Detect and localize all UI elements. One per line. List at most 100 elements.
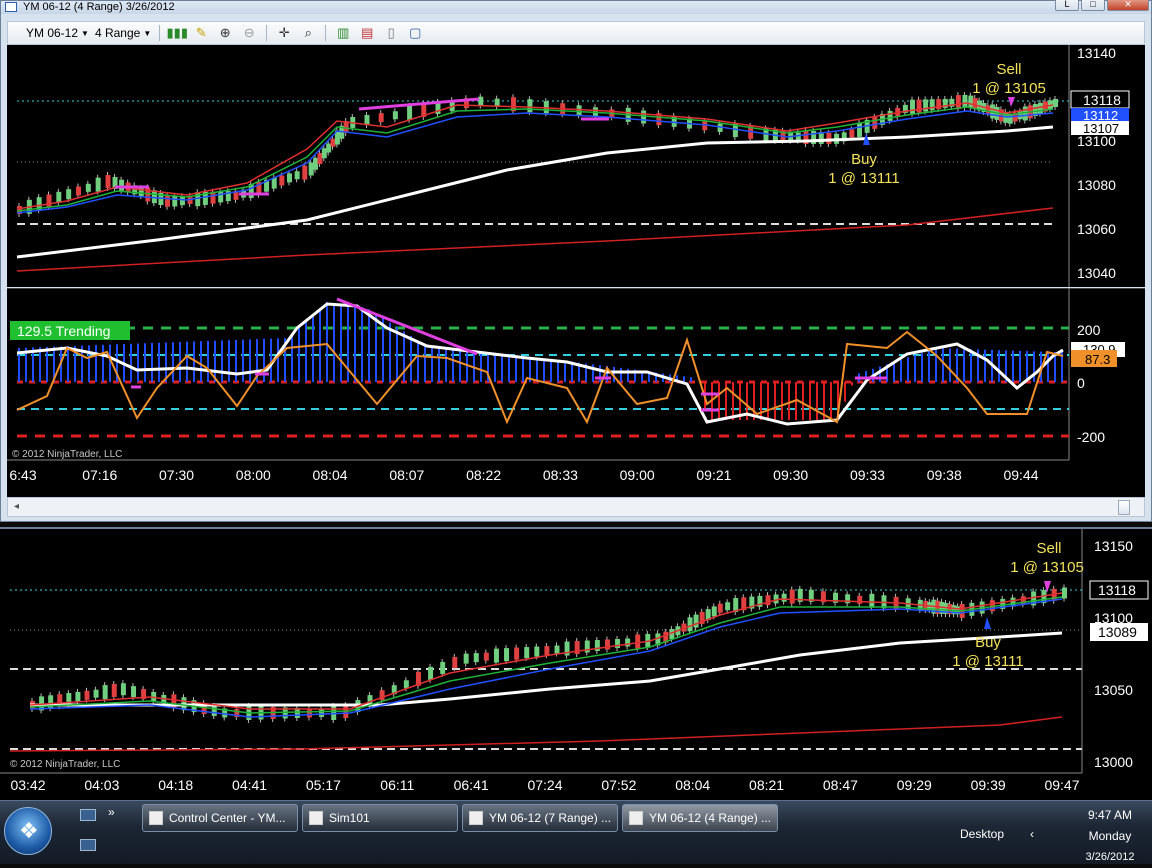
time-tick: 6:43: [9, 467, 36, 483]
time-axis: 6:43 07:16 07:30 08:00 08:04 08:07 08:22 08:33 0…: [9, 467, 1038, 483]
candle: [857, 595, 863, 604]
svg-text:13150: 13150: [1094, 538, 1133, 554]
strategies-icon[interactable]: ▤: [358, 25, 376, 41]
sell-fill: 1 @ 13105: [972, 80, 1046, 97]
time-tick: 07:52: [601, 777, 636, 793]
chart-toolbar: YM 06-12 ▼ 4 Range ▼ ▮▮▮ ✎ ⊕ ⊖ ✛ ⌕ ▥ ▤ ▯ ▢: [7, 21, 1145, 45]
chart-icon: [469, 811, 483, 825]
candle: [319, 709, 325, 717]
time-tick: 09:47: [1044, 777, 1079, 793]
svg-text:13118: 13118: [1098, 582, 1136, 598]
magnifier-icon[interactable]: ⌕: [299, 25, 317, 41]
candle: [493, 648, 499, 663]
windows-logo-icon: ❖: [19, 818, 39, 843]
tray-chevron-icon[interactable]: ‹: [1030, 827, 1034, 841]
time-tick: 09:00: [620, 467, 655, 483]
start-button[interactable]: ❖: [4, 807, 52, 855]
maximize-button[interactable]: □: [1081, 0, 1105, 11]
task-control-center[interactable]: Control Center - YM...: [142, 804, 298, 832]
time-tick: 08:21: [749, 777, 784, 793]
indicators-icon[interactable]: ▥: [334, 25, 352, 41]
candle: [313, 157, 319, 170]
crosshair-icon[interactable]: ✛: [275, 25, 293, 41]
buy-fill: 1 @ 13111: [828, 170, 899, 187]
candle: [717, 603, 723, 613]
svg-text:13050: 13050: [1094, 682, 1133, 698]
candle: [615, 638, 621, 648]
candle: [711, 606, 717, 617]
account-icon: [309, 811, 323, 825]
price-tag: 13107: [1071, 121, 1129, 136]
task-chart-4-range[interactable]: YM 06-12 (4 Range) ...: [622, 804, 778, 832]
candle: [95, 177, 101, 192]
scroll-thumb[interactable]: [1118, 500, 1130, 515]
bars-icon[interactable]: ▮▮▮: [167, 25, 188, 41]
candle: [625, 638, 631, 647]
svg-text:13040: 13040: [1077, 265, 1116, 281]
candle: [85, 183, 91, 192]
candle: [84, 690, 90, 700]
price-tag: 13089: [1090, 623, 1148, 641]
price-axis: 13150 13100 13050 13000: [1094, 538, 1133, 770]
candle: [781, 593, 787, 602]
candle: [164, 195, 170, 207]
candle: [56, 191, 62, 203]
zoom-out-icon[interactable]: ⊖: [240, 25, 258, 41]
task-sim101[interactable]: Sim101: [302, 804, 458, 832]
candle: [105, 174, 111, 188]
candle: [306, 708, 312, 718]
candle: [687, 617, 693, 632]
system-clock[interactable]: 9:47 AM Monday 3/26/2012: [1070, 805, 1150, 868]
candle: [302, 165, 308, 180]
time-tick: 08:22: [466, 467, 501, 483]
time-tick: 06:41: [454, 777, 489, 793]
close-button[interactable]: ✕: [1107, 0, 1149, 11]
chart-window: YM 06-12 (4 Range) 3/26/2012 L □ ✕ YM 06…: [0, 0, 1152, 522]
price-tag: 13118: [1089, 580, 1149, 600]
instrument-selector[interactable]: YM 06-12 ▼: [26, 26, 89, 40]
time-tick: 09:33: [850, 467, 885, 483]
time-tick: 08:47: [823, 777, 858, 793]
candle: [635, 634, 641, 649]
svg-text:13080: 13080: [1077, 177, 1116, 193]
candle: [93, 689, 99, 698]
task-chart-7-range[interactable]: YM 06-12 (7 Range) ...: [462, 804, 618, 832]
show-desktop-icon[interactable]: [80, 809, 96, 821]
candle: [478, 96, 484, 106]
candle: [407, 105, 413, 120]
zoom-in-icon[interactable]: ⊕: [216, 25, 234, 41]
indicator-panel[interactable]: 129.5 Trending © 2012 NinjaTrader, LLC 2…: [7, 288, 1145, 497]
candle: [524, 647, 530, 659]
candle: [514, 647, 520, 660]
data-box-icon[interactable]: ▢: [406, 25, 424, 41]
desktop-toolbar[interactable]: Desktop: [960, 827, 1004, 841]
watermark: © 2012 NinjaTrader, LLC: [10, 759, 120, 770]
taskbar: ❖ » Control Center - YM... Sim101 YM 06-…: [0, 800, 1152, 864]
candle: [872, 116, 878, 129]
candle: [440, 661, 446, 674]
pencil-icon[interactable]: ✎: [192, 25, 210, 41]
candle: [279, 175, 285, 186]
window-titlebar[interactable]: YM 06-12 (4 Range) 3/26/2012 L □ ✕: [1, 0, 1151, 14]
second-chart[interactable]: Sell 1 @ 13105 Buy 1 @ 13111 13150 13100…: [0, 527, 1152, 800]
buy-fill: 1 @ 13111: [952, 653, 1023, 670]
price-panel[interactable]: Sell 1 @ 13105 Buy 1 @ 13111 13140 13120…: [7, 45, 1145, 287]
horizontal-scrollbar[interactable]: ◂: [7, 497, 1145, 517]
candle: [211, 706, 217, 717]
properties-icon[interactable]: ▯: [382, 25, 400, 41]
switch-windows-icon[interactable]: [80, 839, 96, 851]
watermark: © 2012 NinjaTrader, LLC: [12, 449, 122, 460]
interval-selector[interactable]: 4 Range ▼: [95, 26, 151, 40]
candle: [120, 683, 126, 696]
sell-label: Sell: [996, 61, 1021, 78]
time-tick: 05:17: [306, 777, 341, 793]
candle: [483, 652, 489, 661]
candle: [972, 98, 978, 110]
price-axis: 13140 13120 13100 13080 13060 13040: [1077, 45, 1116, 281]
scroll-left-icon[interactable]: ◂: [14, 501, 19, 512]
time-tick: 09:38: [927, 467, 962, 483]
trending-label: 129.5 Trending: [17, 323, 110, 339]
candle: [330, 138, 336, 147]
link-button[interactable]: L: [1055, 0, 1079, 11]
quicklaunch-chevron-icon[interactable]: »: [108, 805, 115, 819]
